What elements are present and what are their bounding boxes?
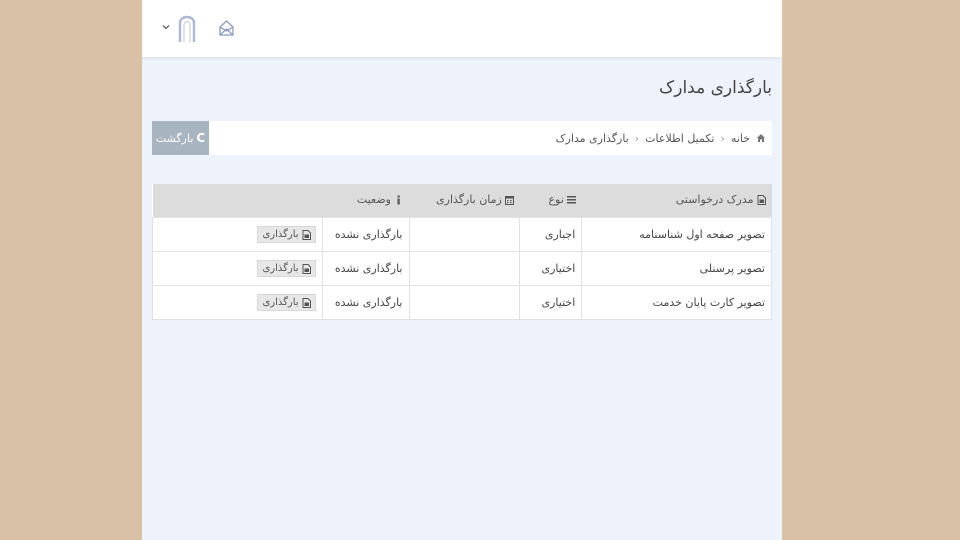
cell-upload-time <box>408 285 521 320</box>
back-button[interactable]: C بارگشت <box>152 121 209 155</box>
user-avatar-icon[interactable] <box>177 11 197 43</box>
cell-document: تصویر صفحه اول شناسنامه <box>581 217 772 252</box>
list-icon <box>566 195 576 204</box>
back-icon: C <box>196 131 206 145</box>
back-button-label: بارگشت <box>155 131 194 145</box>
column-header-document: مدرک درخواستی <box>581 184 772 218</box>
file-image-icon <box>757 194 766 205</box>
cell-document: تصویر پرسنلی <box>581 251 772 286</box>
chevron-left-icon: ‹ <box>720 131 725 145</box>
breadcrumb-item-complete-info[interactable]: تکمیل اطلاعات <box>645 132 714 145</box>
file-image-icon <box>302 297 311 308</box>
cell-type: اختیاری <box>519 251 583 286</box>
table-row: تصویر پرسنلی اختیاری بارگذاری نشده بارگذ… <box>152 251 772 286</box>
app-window: بارگذاری مدارک C بارگشت خانه ‹ تکمیل اطل… <box>142 0 782 540</box>
cell-status: بارگذاری نشده <box>321 217 410 252</box>
home-icon[interactable] <box>218 19 235 37</box>
column-header-status: وضعیت <box>322 184 409 218</box>
chevron-left-icon: ‹ <box>634 131 640 145</box>
table-row: تصویر کارت پایان خدمت اختیاری بارگذاری ن… <box>152 285 772 320</box>
cell-upload-time <box>408 251 521 286</box>
upload-button[interactable]: بارگذاری <box>257 226 316 243</box>
breadcrumb-bar: C بارگشت خانه ‹ تکمیل اطلاعات ‹ بارگذاری… <box>152 121 772 155</box>
breadcrumb: خانه ‹ تکمیل اطلاعات ‹ بارگذاری مدارک <box>556 121 766 155</box>
upload-button[interactable]: بارگذاری <box>257 294 316 311</box>
cell-status: بارگذاری نشده <box>321 285 410 320</box>
file-image-icon <box>302 263 311 274</box>
cell-type: اختیاری <box>519 285 583 320</box>
chevron-down-icon[interactable] <box>161 22 171 32</box>
calendar-icon <box>504 195 514 205</box>
breadcrumb-item-home[interactable]: خانه <box>731 132 750 145</box>
cell-upload-time <box>408 217 521 252</box>
documents-table: مدرک درخواستی نوع زمان بارگذاری وضعیت تص… <box>152 184 772 320</box>
cell-document: تصویر کارت پایان خدمت <box>581 285 772 320</box>
cell-action: بارگذاری <box>152 285 323 320</box>
column-header-action <box>152 184 323 218</box>
file-image-icon <box>302 229 311 240</box>
breadcrumb-item-current: بارگذاری مدارک <box>555 131 629 145</box>
info-icon <box>397 195 400 205</box>
upload-button[interactable]: بارگذاری <box>257 260 316 277</box>
cell-status: بارگذاری نشده <box>321 251 410 286</box>
table-row: تصویر صفحه اول شناسنامه اجباری بارگذاری … <box>152 217 772 252</box>
home-icon <box>757 134 765 142</box>
top-navbar <box>142 0 782 58</box>
column-header-upload-time: زمان بارگذاری <box>409 184 520 218</box>
column-header-type: نوع <box>519 184 582 218</box>
cell-action: بارگذاری <box>152 217 323 252</box>
cell-type: اجباری <box>519 217 583 252</box>
table-header-row: مدرک درخواستی نوع زمان بارگذاری وضعیت <box>152 184 772 218</box>
cell-action: بارگذاری <box>152 251 323 286</box>
page-title: بارگذاری مدارک <box>659 78 772 98</box>
